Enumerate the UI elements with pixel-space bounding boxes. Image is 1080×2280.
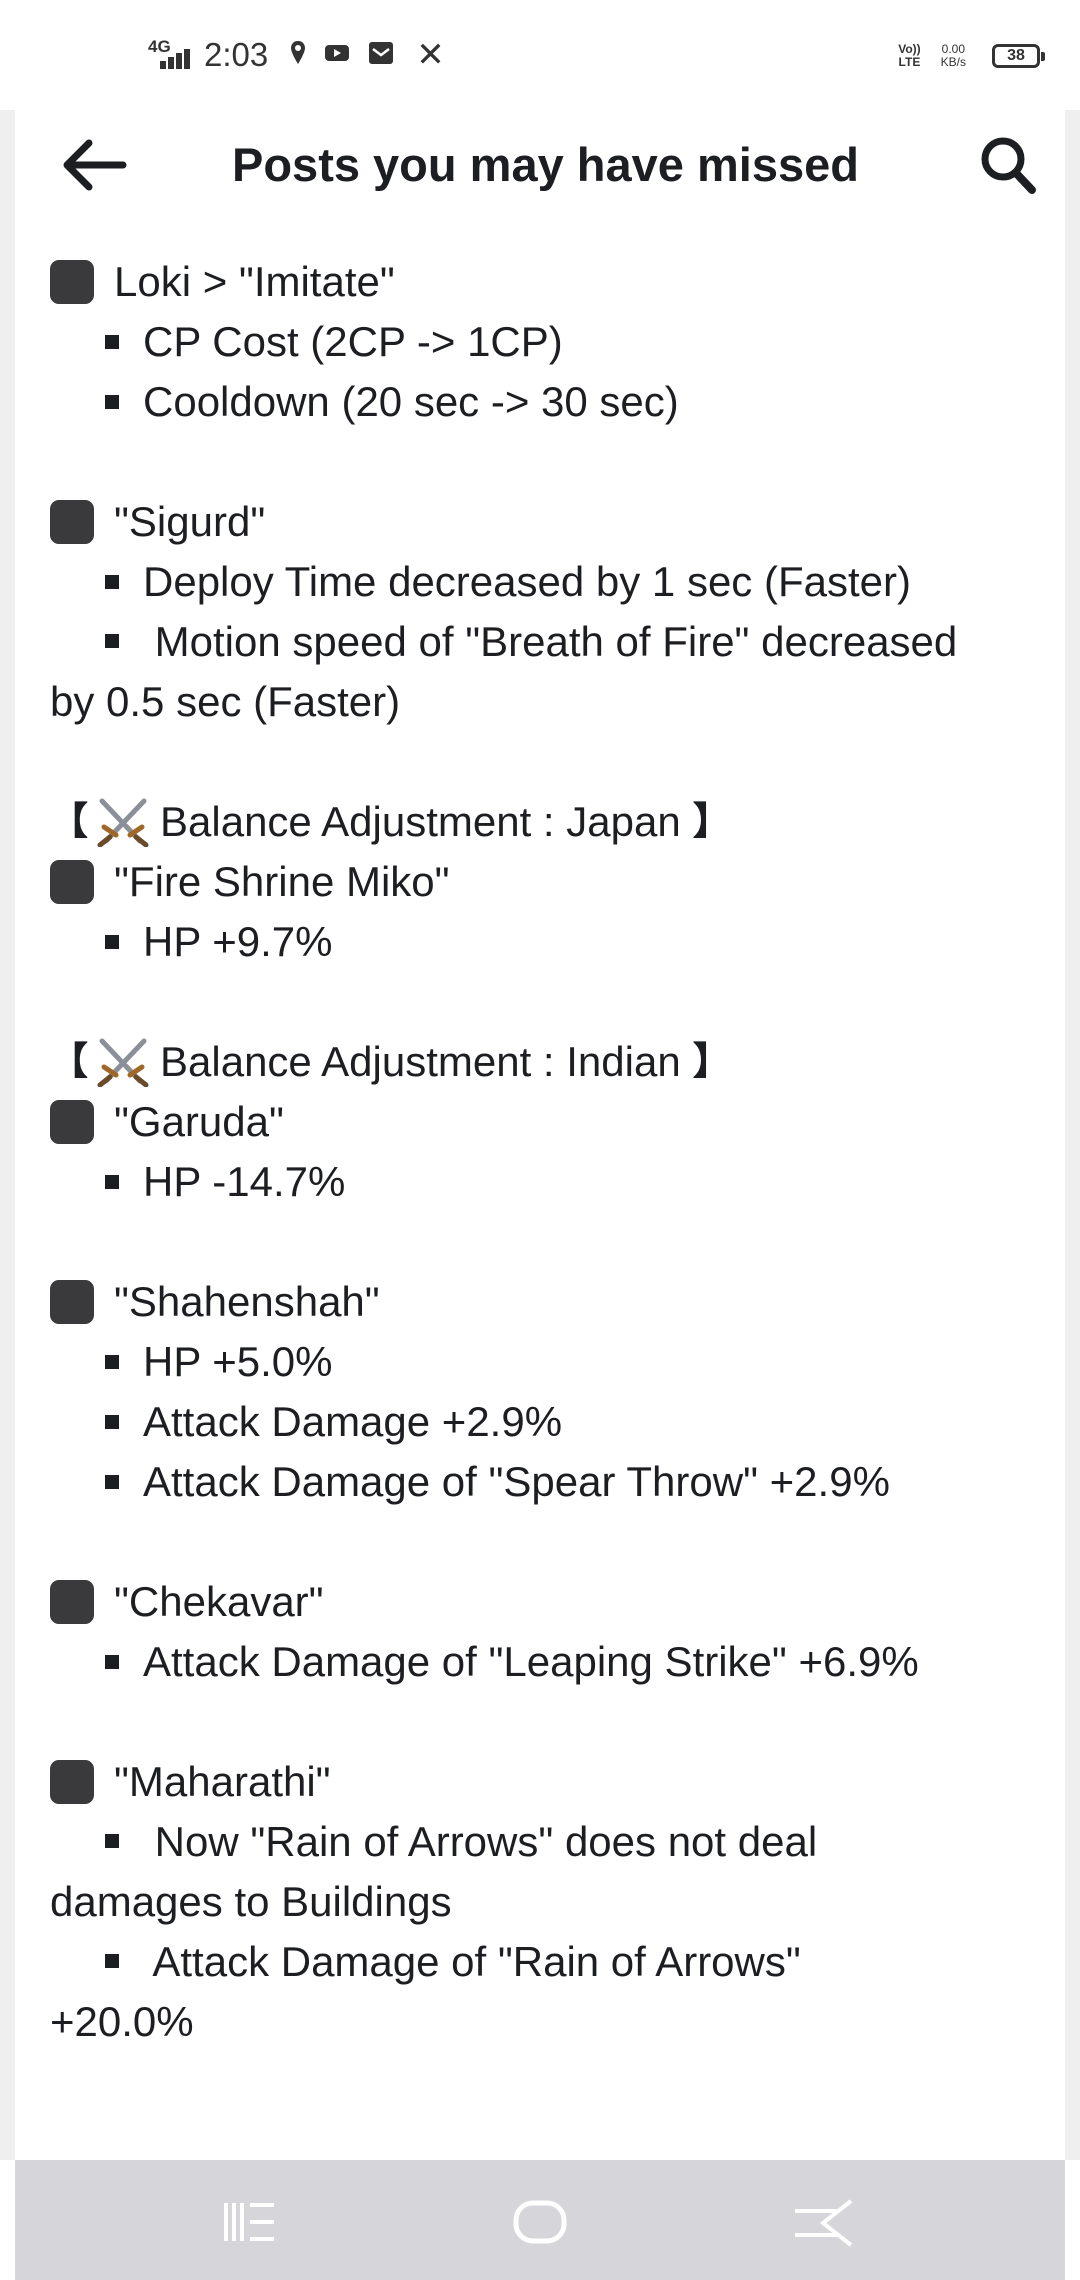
section-shahenshah: "Shahenshah" HP +5.0% Attack Damage +2.9…: [50, 1272, 1050, 1512]
small-square-icon: [105, 633, 119, 648]
black-square-icon: [50, 260, 94, 304]
small-square-icon: [105, 1953, 119, 1968]
small-square-icon: [105, 1833, 119, 1848]
small-square-icon: [105, 935, 119, 949]
status-bar: 4G 2:03 ✕ Vo)) LTE 0.00 KB/s 38: [0, 0, 1080, 110]
section-heading-text: Balance Adjustment : Indian: [160, 1038, 681, 1085]
back-gesture-icon: [795, 2199, 853, 2247]
list-item: CP Cost (2CP -> 1CP): [50, 312, 1050, 372]
section-loki: Loki > "Imitate" CP Cost (2CP -> 1CP) Co…: [50, 252, 1050, 432]
black-square-icon: [50, 860, 94, 904]
page-title: Posts you may have missed: [232, 138, 859, 191]
character-heading: "Shahenshah": [50, 1272, 1050, 1332]
character-name: Loki > "Imitate": [114, 258, 395, 305]
small-square-icon: [105, 1355, 119, 1369]
network-speed: 0.00 KB/s: [940, 42, 966, 69]
small-square-icon: [105, 1415, 119, 1429]
small-square-icon: [105, 1175, 119, 1189]
character-name: "Chekavar": [114, 1578, 324, 1625]
list-item: Attack Damage of "Leaping Strike" +6.9%: [50, 1632, 1050, 1692]
arrow-left-icon: [63, 139, 126, 191]
signal-icon: 4G: [148, 35, 196, 75]
small-square-icon: [105, 335, 119, 349]
list-item: Now "Rain of Arrows" does not deal damag…: [50, 1818, 818, 1925]
section-heading: 【 Balance Adjustment : Japan 】: [50, 792, 1050, 852]
recents-button[interactable]: [215, 2192, 285, 2252]
battery-icon: 38: [992, 44, 1045, 68]
black-square-icon: [50, 1760, 94, 1804]
list-item: HP +9.7%: [50, 912, 1050, 972]
list-item: Attack Damage of "Spear Throw" +2.9%: [50, 1452, 1050, 1512]
section-sigurd: "Sigurd" Deploy Time decreased by 1 sec …: [50, 492, 1050, 732]
post-body: Loki > "Imitate" CP Cost (2CP -> 1CP) Co…: [50, 252, 1050, 2052]
character-heading: "Garuda": [50, 1092, 1050, 1152]
character-heading: "Maharathi": [50, 1752, 1050, 1812]
character-name: "Maharathi": [114, 1758, 331, 1805]
clock: 2:03: [204, 36, 269, 73]
black-square-icon: [50, 1580, 94, 1624]
list-item: HP -14.7%: [50, 1152, 1050, 1212]
section-indian: 【 Balance Adjustment : Indian 】 "Garuda"…: [50, 1032, 1050, 1212]
section-heading-text: Balance Adjustment : Japan: [160, 798, 681, 845]
screen-edge-left: [0, 110, 15, 2160]
character-name: "Fire Shrine Miko": [114, 858, 450, 905]
character-name: "Shahenshah": [114, 1278, 380, 1325]
character-name: "Sigurd": [114, 498, 266, 545]
small-square-icon: [105, 575, 119, 589]
screen-edge-right: [1065, 110, 1080, 2160]
character-heading: "Fire Shrine Miko": [50, 852, 1050, 912]
black-square-icon: [50, 1100, 94, 1144]
system-navigation-bar: [15, 2160, 1065, 2280]
character-name: "Garuda": [114, 1098, 284, 1145]
list-item: Cooldown (20 sec -> 30 sec): [50, 372, 1050, 432]
mail-icon: [368, 41, 394, 70]
phone-screen: 4G 2:03 ✕ Vo)) LTE 0.00 KB/s 38 Posts yo…: [0, 0, 1080, 2280]
section-japan: 【 Balance Adjustment : Japan 】 "Fire Shr…: [50, 792, 1050, 972]
home-icon: [513, 2200, 567, 2244]
character-heading: "Sigurd": [50, 492, 1050, 552]
back-nav-button[interactable]: [790, 2192, 860, 2252]
search-button[interactable]: [972, 132, 1044, 198]
crossed-swords-icon: [97, 1038, 149, 1087]
small-square-icon: [105, 1475, 119, 1489]
back-button[interactable]: [55, 132, 130, 198]
crossed-swords-icon: [97, 798, 149, 847]
section-maharathi: "Maharathi" Now "Rain of Arrows" does no…: [50, 1752, 1050, 2052]
list-item: Attack Damage +2.9%: [50, 1392, 1050, 1452]
volte-icon: Vo)) LTE: [898, 42, 921, 69]
recents-icon: [224, 2203, 274, 2241]
x-icon: ✕: [416, 36, 445, 74]
small-square-icon: [105, 395, 119, 409]
list-item: Attack Damage of "Rain of Arrows" +20.0%: [50, 1938, 801, 2045]
small-square-icon: [105, 1655, 119, 1669]
black-square-icon: [50, 500, 94, 544]
location-icon: [290, 40, 306, 71]
section-chekavar: "Chekavar" Attack Damage of "Leaping Str…: [50, 1572, 1050, 1692]
app-header: Posts you may have missed: [0, 110, 1080, 220]
home-button[interactable]: [505, 2192, 575, 2252]
black-square-icon: [50, 1280, 94, 1324]
youtube-icon: [324, 43, 350, 68]
network-type: 4G: [148, 37, 171, 56]
character-heading: Loki > "Imitate": [50, 252, 1050, 312]
list-item: HP +5.0%: [50, 1332, 1050, 1392]
section-heading: 【 Balance Adjustment : Indian 】: [50, 1032, 1050, 1092]
character-heading: "Chekavar": [50, 1572, 1050, 1632]
list-item: Deploy Time decreased by 1 sec (Faster): [50, 552, 1050, 612]
search-icon: [981, 137, 1036, 194]
list-item: Motion speed of "Breath of Fire" decreas…: [50, 618, 958, 725]
